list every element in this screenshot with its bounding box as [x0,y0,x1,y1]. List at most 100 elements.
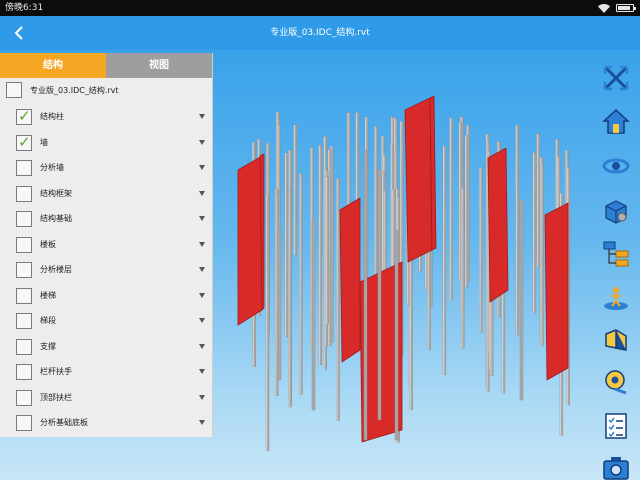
chevron-down-icon[interactable] [199,216,205,221]
status-bar: 傍晚6:31 [0,0,640,16]
structural-column [377,169,382,421]
file-checkbox[interactable] [6,82,22,98]
category-checkbox[interactable] [16,211,32,227]
structural-column [519,199,524,401]
tape-measure-icon[interactable] [602,368,630,396]
chevron-down-icon[interactable] [199,420,205,425]
battery-icon [616,4,636,12]
file-row[interactable]: 专业版_03.IDC_结构.rvt [0,78,212,104]
category-checkbox[interactable] [16,338,32,355]
category-label: 顶部扶栏 [40,392,72,402]
chevron-down-icon[interactable] [199,369,205,374]
category-checkbox[interactable]: ✓ [16,132,32,151]
category-row[interactable]: ✓ 墙 [0,130,212,156]
status-icons [598,0,636,16]
category-row[interactable]: 栏杆扶手 [0,359,212,385]
column-highlight [310,147,312,350]
category-row[interactable]: ✓ 结构柱 [0,104,212,130]
check-icon: ✓ [18,107,31,125]
category-panel: 结构 视图 专业版_03.IDC_结构.rvt ✓ 结构柱 ✓ 墙分析墙 结构框架 结构基… [0,53,213,437]
category-checkbox[interactable]: ✓ [16,107,32,125]
chevron-down-icon[interactable] [199,343,205,349]
column-highlight [442,146,445,375]
section-box-icon[interactable] [602,197,630,225]
structural-column [363,149,368,441]
category-row[interactable]: 结构基础 [0,206,212,232]
category-row[interactable]: 顶部扶栏 [0,385,212,411]
category-checkbox[interactable] [16,185,32,202]
chevron-down-icon[interactable] [199,190,205,196]
category-label: 墙 [40,137,48,147]
wall-panel [404,97,433,263]
column-highlight [324,176,326,347]
category-list: ✓ 结构柱 ✓ 墙分析墙 结构框架 结构基础 楼板 分析楼层 楼梯 梯段 支撑 栏杆扶手 顶部扶栏 分析基… [0,104,212,436]
chevron-down-icon[interactable] [199,241,205,247]
category-row[interactable]: 结构框架 [0,181,212,207]
tab-structure[interactable]: 结构 [0,53,106,78]
title-bar: 专业版_03.IDC_结构.rvt [0,16,640,50]
category-checkbox[interactable] [16,313,32,329]
column-highlight [275,193,277,355]
category-row[interactable]: 分析墙 [0,155,212,181]
category-checkbox[interactable] [16,160,32,176]
category-checkbox[interactable] [16,287,32,304]
column-highlight [336,178,338,421]
column-highlight [284,153,287,337]
chevron-down-icon[interactable] [199,318,205,323]
category-label: 楼梯 [40,290,56,300]
file-label: 专业版_03.IDC_结构.rvt [30,86,119,95]
tool-bar [594,50,640,480]
category-label: 分析基础底板 [40,418,88,427]
column-highlight [266,194,268,451]
wall-panel [339,197,361,363]
category-checkbox[interactable] [16,262,32,278]
category-row[interactable]: 楼板 [0,232,212,258]
column-highlight [458,122,461,282]
column-highlight [449,117,451,301]
category-label: 分析墙 [40,163,64,172]
category-checkbox[interactable] [16,364,32,380]
category-label: 分析楼层 [40,265,72,274]
properties-list-icon[interactable] [602,412,630,440]
chevron-down-icon[interactable] [199,267,205,272]
camera-icon[interactable] [602,454,630,480]
document-title: 专业版_03.IDC_结构.rvt [270,28,370,38]
chevron-down-icon[interactable] [199,292,205,298]
wifi-icon [598,3,610,13]
orbit-icon[interactable] [602,152,630,180]
chevron-down-icon[interactable] [199,139,205,145]
category-row[interactable]: 分析楼层 [0,257,212,283]
category-checkbox[interactable] [16,415,32,431]
category-checkbox[interactable] [16,389,32,406]
column-highlight [461,188,463,349]
zoom-extents-icon[interactable] [602,64,630,92]
check-icon: ✓ [18,132,31,151]
category-label: 梯段 [40,316,56,325]
structural-column [311,219,316,411]
column-highlight [318,145,321,365]
column-highlight [540,163,542,346]
structural-column [394,229,399,441]
category-row[interactable]: 支撑 [0,334,212,360]
tab-view[interactable]: 视图 [106,53,212,78]
status-time: 傍晚6:31 [5,3,44,13]
category-label: 结构框架 [40,188,72,198]
measure-icon[interactable] [602,326,630,354]
column-highlight [532,152,535,314]
category-label: 楼板 [40,239,56,249]
chevron-down-icon[interactable] [199,114,205,119]
panel-tabs: 结构 视图 [0,53,212,78]
model-tree-icon[interactable] [602,240,630,268]
category-row[interactable]: 梯段 [0,308,212,334]
column-highlight [293,124,295,255]
category-row[interactable]: 楼梯 [0,283,212,309]
chevron-down-icon[interactable] [199,394,205,400]
home-view-icon[interactable] [602,108,630,136]
column-highlight [288,190,290,407]
wall-panel [544,202,569,381]
column-highlight [536,133,539,267]
category-row[interactable]: 分析基础底板 [0,410,212,436]
category-checkbox[interactable] [16,236,32,253]
walk-mode-icon[interactable] [602,284,630,312]
chevron-down-icon[interactable] [199,165,205,170]
